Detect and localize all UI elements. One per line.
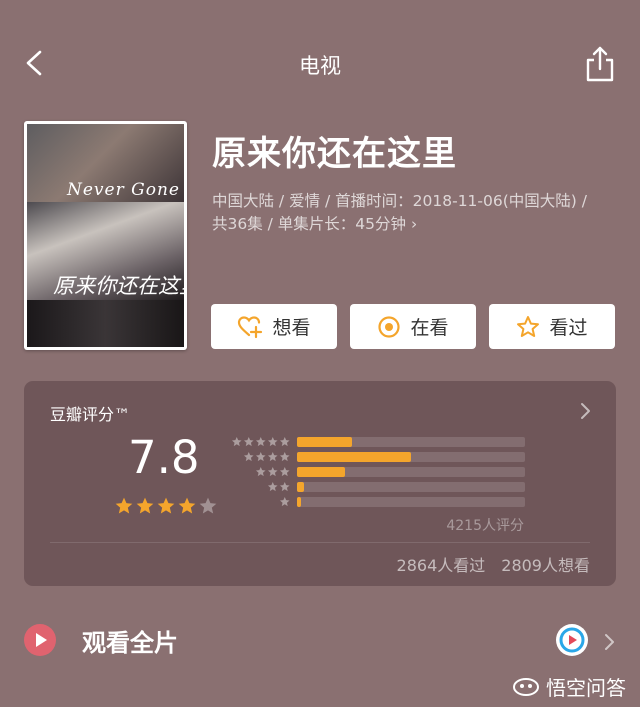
- star-icon: [115, 497, 133, 514]
- play-icon: [24, 624, 56, 656]
- poster-image[interactable]: Never Gone 原来你还在这里: [24, 121, 187, 350]
- target-icon: [378, 315, 401, 338]
- rating-bar-fill: [297, 437, 352, 447]
- rating-bar-track: [297, 482, 525, 492]
- watch-full-label: 观看全片: [82, 629, 178, 657]
- star-icon: [231, 436, 242, 447]
- rating-count: 4215人评分: [446, 518, 524, 534]
- douban-rating-card[interactable]: 豆瓣评分™ 7.8 4215人评分 2864人看过 2809人想看: [24, 381, 616, 586]
- star-icon: [157, 497, 175, 514]
- watermark-text: 悟空问答: [546, 676, 626, 700]
- watched-button[interactable]: 看过: [489, 304, 615, 349]
- watch-full-row[interactable]: 观看全片: [0, 612, 640, 668]
- watching-button[interactable]: 在看: [350, 304, 476, 349]
- audience-stats: 2864人看过 2809人想看: [381, 552, 590, 576]
- rating-score: 7.8: [128, 431, 200, 484]
- status-bar: [0, 0, 640, 8]
- heart-plus-icon: [238, 315, 263, 338]
- share-icon[interactable]: [584, 44, 616, 84]
- rating-row-5-star: [230, 436, 290, 448]
- rating-bar-fill: [297, 467, 345, 477]
- rating-stars: [114, 496, 219, 516]
- rating-bar-track: [297, 497, 525, 507]
- chevron-right-icon: [605, 634, 614, 650]
- star-icon: [267, 451, 278, 462]
- star-icon: [255, 451, 266, 462]
- rating-bar-track: [297, 452, 525, 462]
- video-source-icon: [556, 624, 588, 656]
- rating-bar-track: [297, 467, 525, 477]
- watched-label: 看过: [549, 317, 588, 339]
- seen-count: 2864人看过: [396, 556, 486, 575]
- star-icon: [279, 466, 290, 477]
- poster-title-en: Never Gone: [67, 180, 180, 200]
- star-icon: [178, 497, 196, 514]
- rating-label: 豆瓣评分™: [50, 405, 131, 424]
- show-title: 原来你还在这里: [212, 134, 457, 174]
- star-outline-icon: [517, 315, 540, 337]
- star-icon: [255, 436, 266, 447]
- wukong-logo-icon: [513, 677, 539, 696]
- divider: [50, 542, 590, 543]
- chevron-right-icon[interactable]: [580, 401, 592, 421]
- want-to-watch-label: 想看: [272, 317, 311, 339]
- star-icon: [243, 451, 254, 462]
- star-icon: [243, 436, 254, 447]
- star-icon: [136, 497, 154, 514]
- star-icon: [279, 451, 290, 462]
- watermark: 悟空问答: [512, 672, 626, 701]
- rating-bar-fill: [297, 452, 411, 462]
- show-meta[interactable]: 中国大陆 / 爱情 / 首播时间：2018-11-06(中国大陆) / 共36集…: [212, 190, 602, 236]
- rating-row-3-star: [230, 466, 290, 478]
- nav-bar: 电视: [0, 36, 640, 92]
- star-icon: [267, 481, 278, 492]
- rating-bar-fill: [297, 482, 304, 492]
- rating-row-4-star: [230, 451, 290, 463]
- rating-row-1-star: [230, 496, 290, 508]
- poster-title-cn: 原来你还在这里: [53, 274, 184, 298]
- star-icon: [279, 436, 290, 447]
- star-icon: [255, 466, 266, 477]
- rating-bar-fill: [297, 497, 301, 507]
- star-icon: [267, 436, 278, 447]
- poster-scene-3: [27, 300, 184, 347]
- star-icon: [279, 496, 290, 507]
- star-icon: [267, 466, 278, 477]
- rating-bar-track: [297, 437, 525, 447]
- page-title: 电视: [299, 54, 341, 78]
- star-icon: [199, 497, 217, 514]
- watching-label: 在看: [410, 317, 449, 339]
- star-icon: [279, 481, 290, 492]
- want-count: 2809人想看: [501, 556, 590, 575]
- want-to-watch-button[interactable]: 想看: [211, 304, 337, 349]
- rating-row-2-star: [230, 481, 290, 493]
